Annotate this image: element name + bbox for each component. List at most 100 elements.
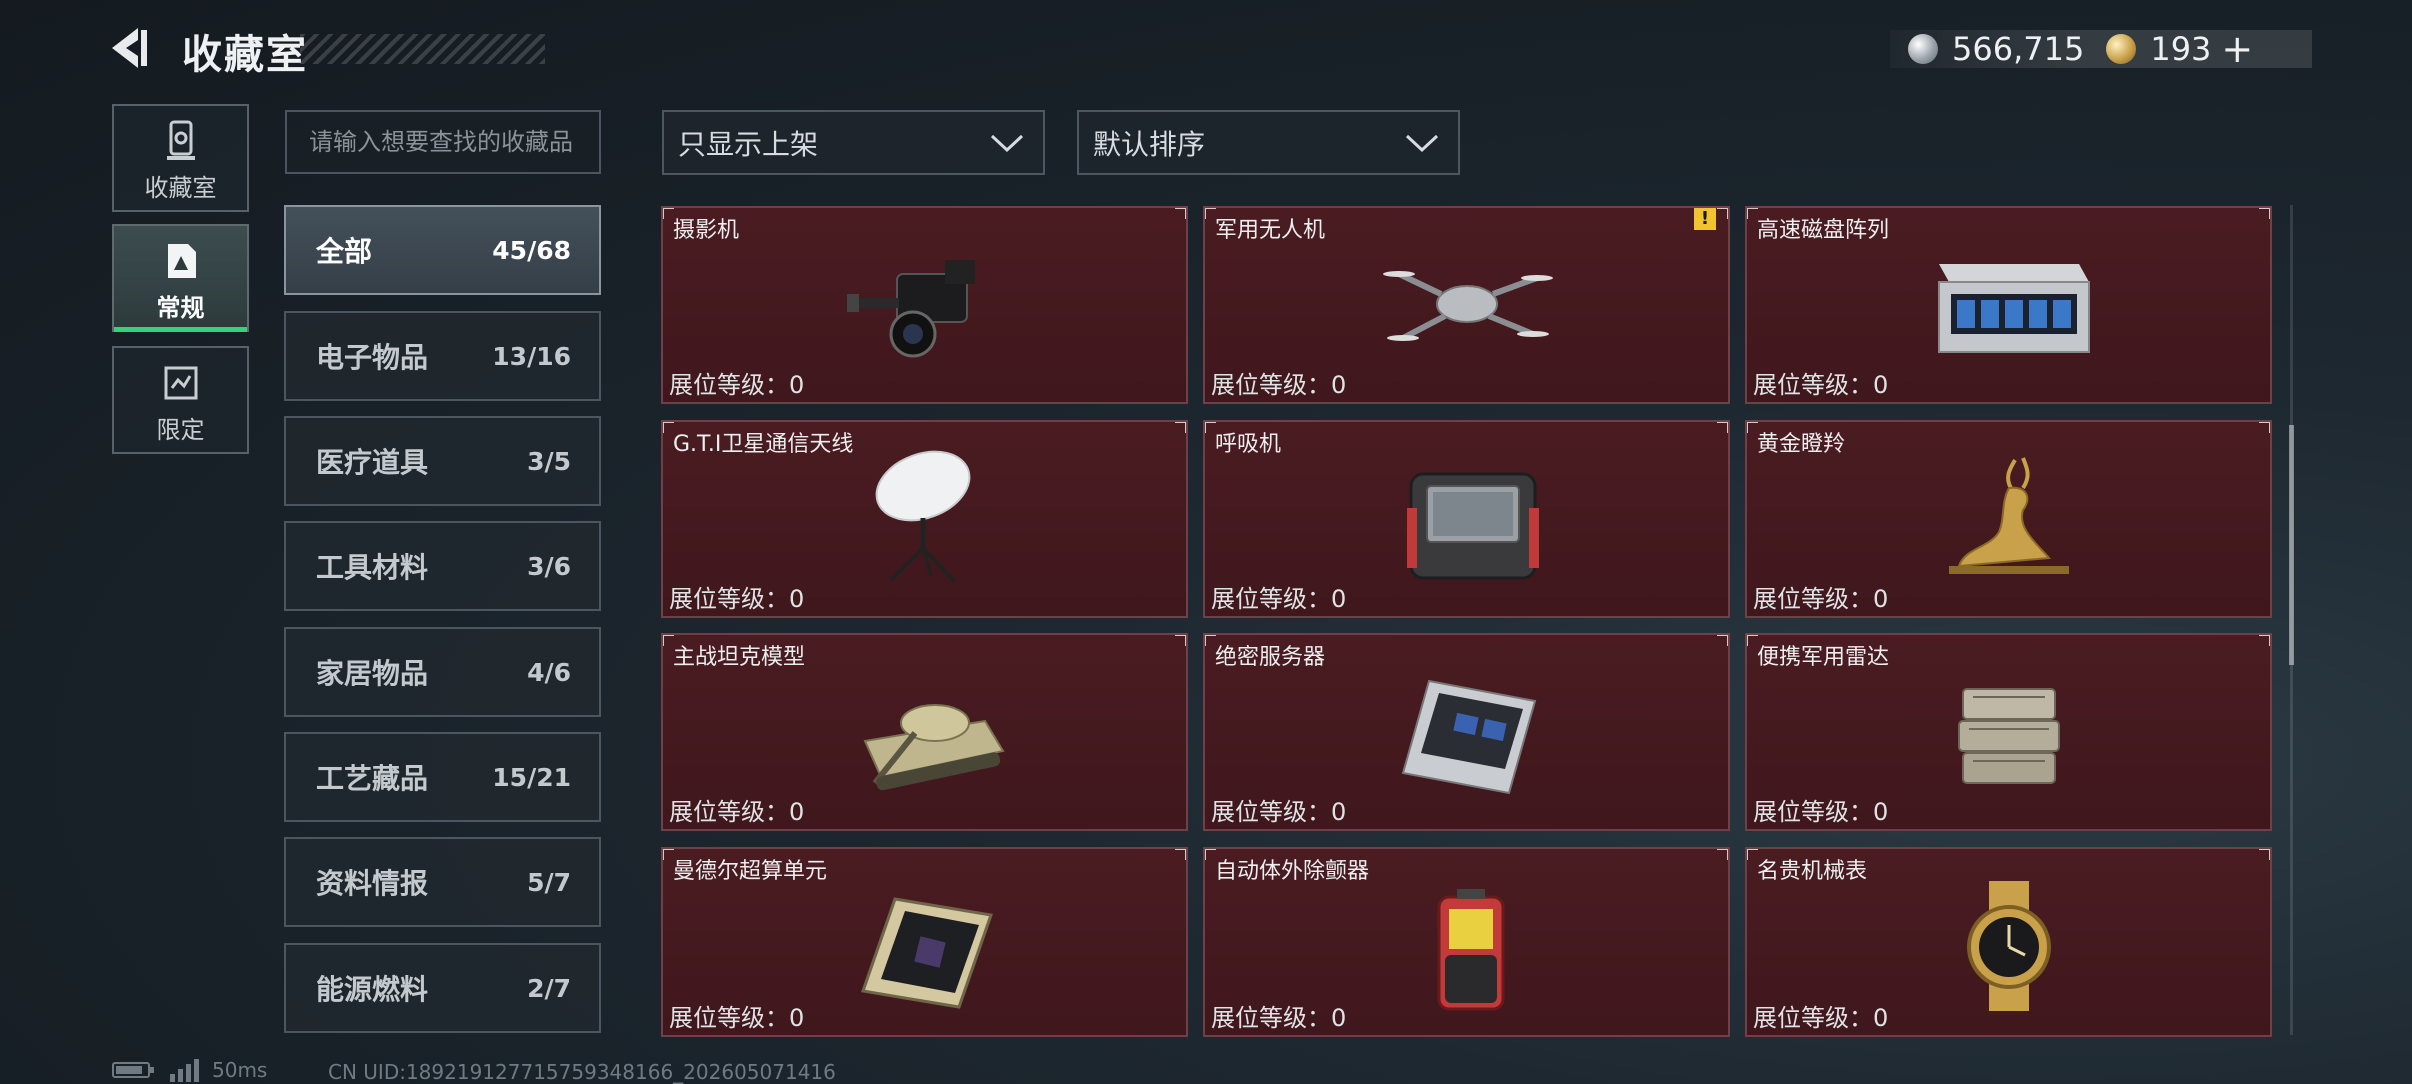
status-bar: 50ms: [112, 1058, 267, 1082]
item-level: 展位等级：0: [1211, 585, 1347, 613]
defibrillator-icon: [1437, 889, 1504, 1011]
add-currency-button[interactable]: +: [2221, 27, 2253, 71]
category-household[interactable]: 家居物品 4/6: [284, 627, 601, 717]
collection-room-icon: [166, 120, 195, 160]
dropdown-value: 默认排序: [1093, 127, 1206, 161]
golden-gazelle-icon: [1948, 457, 2069, 574]
item-level: 展位等级：0: [1753, 585, 1889, 613]
item-card-supercompute-unit[interactable]: 曼德尔超算单元 展位等级：0: [661, 847, 1188, 1037]
item-card-tank-model[interactable]: 主战坦克模型 展位等级：0: [661, 633, 1188, 831]
item-card-disk-array[interactable]: 高速磁盘阵列 展位等级：0: [1745, 206, 2272, 404]
item-level: 展位等级：0: [669, 371, 805, 399]
category-name: 工艺藏品: [316, 762, 429, 795]
ventilator-icon: [1406, 472, 1539, 580]
disk-array-icon: [1937, 264, 2090, 353]
search-input[interactable]: [285, 110, 601, 174]
item-card-watch[interactable]: 名贵机械表 展位等级：0: [1745, 847, 2272, 1037]
item-card-radar[interactable]: 便携军用雷达 展位等级：0: [1745, 633, 2272, 831]
item-card-camera[interactable]: 摄影机 展位等级：0: [661, 206, 1188, 404]
watch-icon: [1966, 881, 2051, 1011]
item-name: 主战坦克模型: [673, 645, 806, 670]
satellite-antenna-icon: [875, 450, 970, 584]
category-name: 工具材料: [316, 551, 429, 584]
item-name: G.T.I卫星通信天线: [673, 432, 854, 457]
item-level: 展位等级：0: [669, 1004, 805, 1032]
show-filter-dropdown[interactable]: 只显示上架: [662, 110, 1045, 175]
item-name: 高速磁盘阵列: [1757, 218, 1890, 243]
item-card-ventilator[interactable]: 呼吸机 展位等级：0: [1203, 420, 1730, 618]
signal-icon: [170, 1059, 199, 1082]
silver-currency-value: 566,715: [1952, 30, 2085, 68]
category-count: 15/21: [492, 762, 571, 792]
item-level: 展位等级：0: [1753, 798, 1889, 826]
gold-currency-value: 193: [2150, 30, 2212, 68]
item-name: 黄金瞪羚: [1757, 432, 1846, 457]
category-crafts[interactable]: 工艺藏品 15/21: [284, 732, 601, 822]
sort-dropdown[interactable]: 默认排序: [1077, 110, 1460, 175]
item-card-drone[interactable]: 军用无人机 ! 展位等级：0: [1203, 206, 1730, 404]
item-name: 军用无人机: [1215, 218, 1326, 243]
warning-badge: !: [1694, 208, 1716, 230]
side-tab-regular[interactable]: 常规: [112, 224, 249, 332]
item-name: 摄影机: [673, 218, 740, 243]
category-count: 5/7: [527, 867, 571, 897]
category-medical[interactable]: 医疗道具 3/5: [284, 416, 601, 506]
category-count: 2/7: [527, 973, 571, 1003]
item-card-golden-gazelle[interactable]: 黄金瞪羚 展位等级：0: [1745, 420, 2272, 618]
uid-text: CN UID:189219127715759348166_20260507141…: [328, 1060, 836, 1084]
item-level: 展位等级：0: [669, 798, 805, 826]
side-tab-label: 限定: [156, 416, 205, 444]
side-tab-label: 收藏室: [144, 174, 217, 202]
side-tab-limited[interactable]: 限定: [112, 346, 249, 454]
item-level: 展位等级：0: [1753, 371, 1889, 399]
category-name: 能源燃料: [316, 973, 429, 1006]
side-tab-label: 常规: [156, 294, 205, 322]
item-level: 展位等级：0: [669, 585, 805, 613]
category-energy[interactable]: 能源燃料 2/7: [284, 943, 601, 1033]
scrollbar-thumb[interactable]: [2289, 425, 2294, 665]
video-camera-icon: [846, 260, 975, 358]
currency-bar: 566,715 193 +: [1890, 27, 2312, 71]
category-name: 电子物品: [316, 341, 429, 374]
tank-model-icon: [863, 704, 1005, 791]
item-name: 便携军用雷达: [1757, 645, 1890, 670]
back-button[interactable]: [108, 24, 158, 72]
item-card-satellite-antenna[interactable]: G.T.I卫星通信天线 展位等级：0: [661, 420, 1188, 618]
side-tab-collection-room[interactable]: 收藏室: [112, 104, 249, 212]
item-level: 展位等级：0: [1211, 798, 1347, 826]
dropdown-value: 只显示上架: [678, 127, 819, 161]
item-name: 呼吸机: [1215, 432, 1282, 457]
category-name: 资料情报: [316, 867, 429, 900]
category-name: 全部: [316, 235, 373, 268]
page-title: 收藏室: [182, 32, 308, 78]
item-name: 绝密服务器: [1215, 645, 1326, 670]
limited-icon: [164, 366, 197, 400]
category-name: 家居物品: [316, 657, 429, 690]
server-icon: [1401, 679, 1536, 795]
category-electronics[interactable]: 电子物品 13/16: [284, 311, 601, 401]
category-all[interactable]: 全部 45/68: [284, 205, 601, 295]
category-tools[interactable]: 工具材料 3/6: [284, 521, 601, 611]
regular-icon: [167, 244, 196, 278]
chevron-down-icon: [1405, 134, 1439, 152]
radar-icon: [1957, 688, 2060, 784]
item-level: 展位等级：0: [1211, 371, 1347, 399]
silver-coin-icon: [1908, 34, 1938, 64]
category-count: 45/68: [492, 235, 571, 265]
category-count: 3/5: [527, 446, 571, 476]
item-name: 曼德尔超算单元: [673, 859, 828, 884]
item-name: 自动体外除颤器: [1215, 859, 1370, 884]
back-arrow-icon: [112, 28, 147, 68]
item-card-defibrillator[interactable]: 自动体外除颤器 展位等级：0: [1203, 847, 1730, 1037]
category-count: 13/16: [492, 341, 571, 371]
chevron-down-icon: [990, 134, 1024, 152]
title-decoration: [300, 34, 545, 64]
category-intel[interactable]: 资料情报 5/7: [284, 837, 601, 927]
supercompute-unit-icon: [860, 897, 993, 1009]
item-name: 名贵机械表: [1757, 859, 1868, 884]
ping-value: 50ms: [212, 1058, 268, 1082]
item-card-server[interactable]: 绝密服务器 展位等级：0: [1203, 633, 1730, 831]
gold-coin-icon: [2106, 34, 2137, 64]
battery-icon: [112, 1062, 154, 1078]
item-level: 展位等级：0: [1211, 1004, 1347, 1032]
